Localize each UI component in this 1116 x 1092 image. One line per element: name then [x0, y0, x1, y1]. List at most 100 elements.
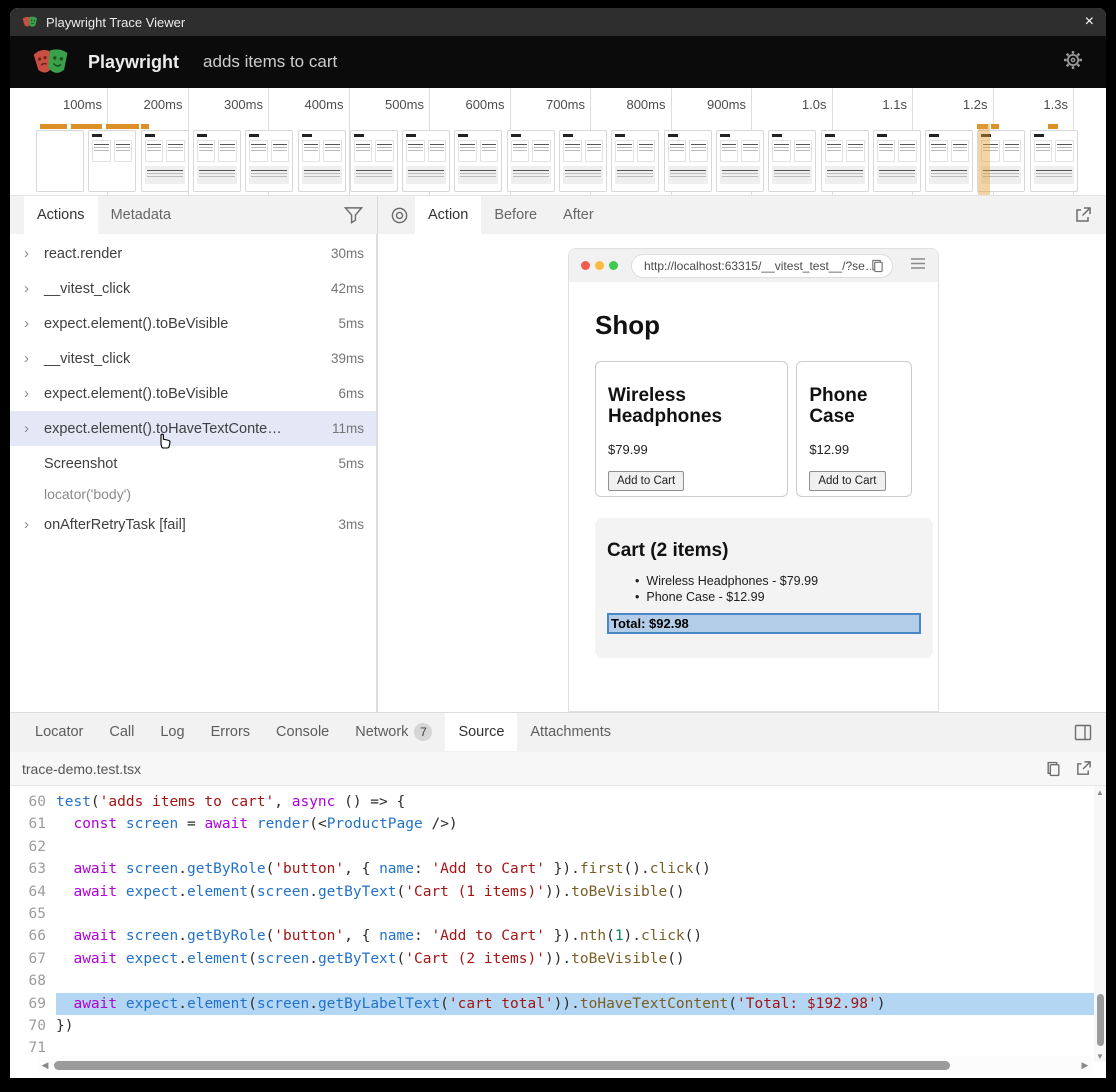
tab-action[interactable]: Action	[415, 196, 481, 234]
product-name: Phone Case	[809, 386, 899, 428]
tab-network[interactable]: Network7	[342, 713, 445, 751]
tab-locator[interactable]: Locator	[22, 713, 96, 751]
tab-metadata[interactable]: Metadata	[98, 196, 184, 234]
action-row[interactable]: ›react.render30ms	[10, 236, 376, 271]
timeline-thumbnail[interactable]	[454, 130, 502, 192]
source-code-view: 60test('adds items to cart', async () =>…	[10, 786, 1106, 1078]
timeline[interactable]: 100ms200ms300ms400ms500ms600ms700ms800ms…	[10, 88, 1106, 196]
tab-console[interactable]: Console	[263, 713, 342, 751]
code-token: 'Add to Cart'	[431, 928, 545, 944]
close-icon[interactable]: ×	[1085, 14, 1094, 30]
line-number: 62	[10, 836, 56, 858]
tab-errors[interactable]: Errors	[198, 713, 263, 751]
timeline-thumbnail[interactable]	[507, 130, 555, 192]
scroll-down-icon[interactable]: ▼	[1094, 1052, 1106, 1061]
line-number: 64	[10, 881, 56, 903]
timeline-thumbnail[interactable]	[141, 130, 189, 192]
line-code: await expect.element(screen.getByText('C…	[56, 948, 1106, 970]
timeline-thumbnail[interactable]	[611, 130, 659, 192]
line-code: await screen.getByRole('button', { name:…	[56, 858, 1106, 880]
product-card: Wireless Headphones$79.99Add to Cart	[595, 361, 788, 497]
code-token: expect	[126, 951, 178, 967]
copy-file-icon[interactable]	[1046, 761, 1061, 777]
code-token	[248, 816, 257, 832]
timeline-thumbnail[interactable]	[821, 130, 869, 192]
timeline-thumbnail[interactable]	[298, 130, 346, 192]
tab-metadata-label: Metadata	[111, 207, 171, 223]
split-view-icon[interactable]	[1074, 724, 1092, 741]
code-token: 'Add to Cart'	[431, 861, 545, 877]
timeline-thumbnail[interactable]	[193, 130, 241, 192]
cart-heading: Cart (2 items)	[607, 540, 921, 562]
vertical-scrollbar[interactable]: ▲ ▼	[1094, 786, 1106, 1062]
timeline-thumbnail[interactable]	[350, 130, 398, 192]
code-token: (	[248, 951, 257, 967]
tab-source-label: Source	[458, 724, 504, 740]
timeline-thumbnail[interactable]	[664, 130, 712, 192]
tab-before[interactable]: Before	[481, 196, 550, 234]
settings-gear-icon[interactable]	[1062, 49, 1084, 76]
browser-menu-icon[interactable]	[910, 257, 926, 275]
code-token: render	[257, 816, 309, 832]
action-row[interactable]: ›__vitest_click39ms	[10, 341, 376, 376]
copy-url-icon[interactable]	[871, 259, 884, 273]
code-token	[117, 996, 126, 1012]
action-row[interactable]: Screenshot5ms	[10, 446, 376, 481]
add-to-cart-button[interactable]: Add to Cart	[809, 471, 885, 491]
timeline-thumbnail[interactable]	[36, 130, 84, 192]
code-token: .	[178, 861, 187, 877]
code-token: (	[397, 951, 406, 967]
filter-icon[interactable]	[344, 206, 363, 224]
code-token: async	[292, 794, 336, 810]
code-token: (	[728, 996, 737, 1012]
tab-call[interactable]: Call	[96, 713, 147, 751]
timeline-thumbnail[interactable]	[925, 130, 973, 192]
horizontal-scrollbar[interactable]: ◀ ▶	[38, 1056, 1092, 1074]
code-token: :	[414, 928, 431, 944]
vertical-scrollbar-thumb[interactable]	[1097, 994, 1104, 1046]
action-row[interactable]: ›onAfterRetryTask [fail]3ms	[10, 507, 376, 542]
horizontal-scrollbar-thumb[interactable]	[54, 1061, 950, 1070]
timeline-thumbnail[interactable]	[88, 130, 136, 192]
timeline-tick-label: 800ms	[626, 97, 665, 112]
scroll-up-icon[interactable]: ▲	[1094, 788, 1106, 797]
timeline-thumbnail[interactable]	[559, 130, 607, 192]
code-token: await	[73, 996, 117, 1012]
code-token: )).	[554, 996, 580, 1012]
timeline-thumbnail[interactable]	[1030, 130, 1078, 192]
open-snapshot-external-icon[interactable]	[1074, 206, 1092, 224]
line-number: 66	[10, 925, 56, 947]
line-number: 65	[10, 903, 56, 925]
action-row[interactable]: ›expect.element().toHaveTextConte…11ms	[10, 411, 376, 446]
action-row[interactable]: ›expect.element().toBeVisible6ms	[10, 376, 376, 411]
timeline-thumbnail[interactable]	[873, 130, 921, 192]
timeline-thumbnail[interactable]	[245, 130, 293, 192]
action-row[interactable]: ›expect.element().toBeVisible5ms	[10, 306, 376, 341]
line-code: const screen = await render(<ProductPage…	[56, 813, 1106, 835]
tab-attachments[interactable]: Attachments	[517, 713, 624, 751]
tab-network-label: Network	[355, 724, 408, 740]
timeline-thumbnail[interactable]	[402, 130, 450, 192]
tab-source[interactable]: Source	[445, 713, 517, 751]
source-line: 65	[10, 903, 1106, 925]
code-token: 'Total: $192.98'	[737, 996, 877, 1012]
timeline-tick-label: 400ms	[304, 97, 343, 112]
action-row[interactable]: ›__vitest_click42ms	[10, 271, 376, 306]
tab-after[interactable]: After	[550, 196, 607, 234]
snapshot-panel-tabs: ActionBeforeAfter	[377, 196, 1106, 234]
add-to-cart-button[interactable]: Add to Cart	[608, 471, 684, 491]
url-bar[interactable]: http://localhost:63315/__vitest_test__/?…	[631, 254, 893, 278]
scroll-left-icon[interactable]: ◀	[38, 1060, 52, 1071]
playwright-logo	[32, 46, 70, 78]
timeline-selection-band[interactable]	[978, 124, 990, 196]
scroll-right-icon[interactable]: ▶	[1078, 1060, 1092, 1071]
pick-locator-target-icon[interactable]	[390, 206, 409, 225]
code-token	[117, 928, 126, 944]
timeline-thumbnail[interactable]	[716, 130, 764, 192]
tab-log[interactable]: Log	[147, 713, 197, 751]
code-token	[56, 884, 73, 900]
timeline-thumbnail[interactable]	[768, 130, 816, 192]
open-source-external-icon[interactable]	[1075, 760, 1092, 777]
code-token: )).	[545, 951, 571, 967]
tab-actions[interactable]: Actions	[24, 196, 98, 234]
